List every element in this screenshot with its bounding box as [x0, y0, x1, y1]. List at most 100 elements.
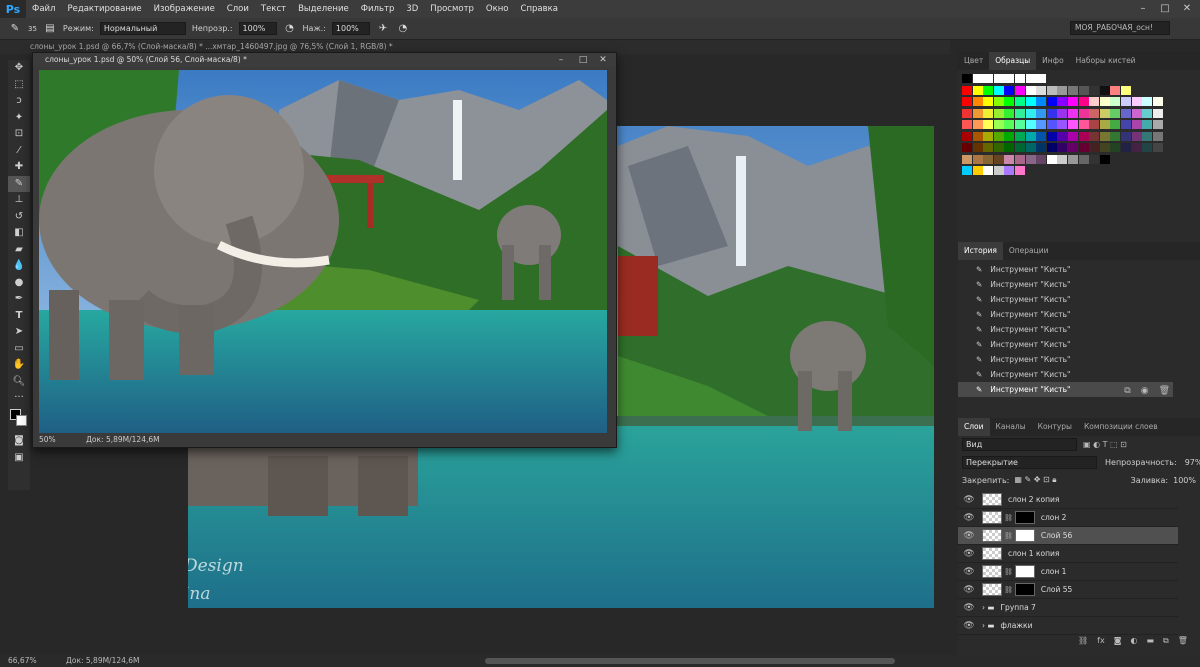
color-swatch[interactable]	[1036, 85, 1047, 95]
color-swatch[interactable]	[1057, 120, 1068, 129]
delete-layer-icon[interactable]: 🗑︎	[1178, 636, 1188, 646]
path-select-icon[interactable]: ➤	[8, 324, 30, 341]
color-swatch[interactable]	[962, 97, 972, 106]
new-document-from-state-icon[interactable]: ⧉	[1124, 386, 1130, 396]
history-item[interactable]: ✎ Инструмент "Кисть"	[958, 262, 1173, 277]
panel-tab[interactable]: Образцы	[989, 52, 1037, 70]
color-swatch[interactable]	[1099, 85, 1110, 95]
color-swatch[interactable]	[1057, 143, 1068, 152]
color-swatch[interactable]	[1121, 97, 1131, 106]
layer-row[interactable]: 👁︎ слон 2 копия	[958, 491, 1178, 509]
maximize-icon[interactable]: □	[1154, 0, 1176, 18]
color-swatch[interactable]	[1004, 143, 1015, 152]
color-swatch[interactable]	[972, 120, 983, 129]
color-swatch[interactable]	[1068, 131, 1078, 141]
color-swatch[interactable]	[972, 143, 983, 152]
layer-row[interactable]: 👁︎ ⛓︎ слон 2	[958, 509, 1178, 527]
quick-select-icon[interactable]: ✦	[8, 110, 30, 127]
color-swatch[interactable]	[962, 120, 972, 129]
color-swatch[interactable]	[1131, 97, 1142, 106]
status-zoom[interactable]: 66,67%	[8, 656, 37, 665]
clone-stamp-icon[interactable]: ⊥	[8, 192, 30, 209]
link-icon[interactable]: ⛓︎	[1004, 568, 1013, 576]
move-tool-icon[interactable]: ✥	[8, 60, 30, 77]
color-swatch[interactable]	[983, 120, 994, 129]
color-swatch[interactable]	[1004, 131, 1015, 141]
panel-tab[interactable]: Цвет	[958, 52, 989, 70]
color-swatch[interactable]	[1004, 97, 1015, 106]
color-swatch[interactable]	[1004, 154, 1015, 164]
floating-document-window[interactable]: слоны_урок 1.psd @ 50% (Слой 56, Слой-ма…	[32, 52, 617, 448]
layer-row[interactable]: 👁︎ ⛓︎ Слой 55	[958, 581, 1178, 599]
color-swatch[interactable]	[983, 108, 994, 118]
color-swatch[interactable]	[1089, 97, 1100, 106]
document-canvas[interactable]	[39, 70, 607, 433]
color-swatch[interactable]	[1078, 143, 1089, 152]
color-swatch[interactable]	[972, 131, 983, 141]
menu-item[interactable]: Изображение	[148, 0, 221, 18]
color-swatch[interactable]	[1057, 131, 1068, 141]
visibility-eye-icon[interactable]: 👁︎	[962, 567, 976, 577]
more-tools-icon[interactable]: ···	[8, 390, 30, 407]
color-swatch[interactable]	[993, 108, 1004, 118]
pressure-size-icon[interactable]: ◔	[396, 22, 410, 36]
color-swatch[interactable]	[962, 143, 972, 152]
color-swatch[interactable]	[1068, 97, 1078, 106]
layer-row[interactable]: 👁︎ › ▬ флажки	[958, 617, 1178, 635]
color-swatch[interactable]	[1078, 108, 1089, 118]
layer-mask-thumbnail[interactable]	[1014, 529, 1035, 542]
panel-tab[interactable]: Контуры	[1032, 418, 1078, 436]
brush-tool-icon[interactable]: ✎	[8, 22, 22, 36]
zoom-tool-icon[interactable]: 🔍︎	[8, 374, 30, 391]
color-swatch[interactable]	[1110, 143, 1121, 152]
color-swatch[interactable]	[1078, 97, 1089, 106]
layer-row[interactable]: 👁︎ ⛓︎ Слой 56	[958, 527, 1178, 545]
panel-tab[interactable]: Наборы кистей	[1070, 52, 1142, 70]
history-item[interactable]: ✎ Инструмент "Кисть"	[958, 367, 1173, 382]
color-swatch[interactable]	[1068, 108, 1078, 118]
color-swatch[interactable]	[993, 120, 1004, 129]
color-swatch[interactable]	[1015, 166, 1025, 175]
visibility-eye-icon[interactable]: 👁︎	[962, 621, 976, 631]
add-mask-icon[interactable]: ◙	[1114, 636, 1122, 646]
menu-item[interactable]: 3D	[400, 0, 424, 18]
color-swatch[interactable]	[1121, 131, 1131, 141]
panel-tab[interactable]: Операции	[1003, 242, 1055, 260]
color-swatch[interactable]	[972, 85, 983, 95]
history-item[interactable]: ✎ Инструмент "Кисть"	[958, 337, 1173, 352]
shape-tool-icon[interactable]: ▭	[8, 341, 30, 358]
document-tab-labels[interactable]: слоны_урок 1.psd @ 66,7% (Слой-маска/8) …	[30, 42, 393, 51]
marquee-tool-icon[interactable]: ⬚	[8, 77, 30, 94]
layer-filter-select[interactable]: Вид	[962, 438, 1077, 451]
visibility-eye-icon[interactable]: 👁︎	[962, 549, 976, 559]
visibility-eye-icon[interactable]: 👁︎	[962, 531, 976, 541]
color-swatch[interactable]	[1142, 131, 1153, 141]
link-icon[interactable]: ⛓︎	[1004, 586, 1013, 594]
color-swatch[interactable]	[1142, 108, 1153, 118]
layer-row[interactable]: 👁︎ ⛓︎ слон 1	[958, 563, 1178, 581]
color-swatch[interactable]	[972, 154, 983, 164]
color-swatch[interactable]	[1015, 154, 1025, 164]
color-swatch[interactable]	[1025, 154, 1036, 164]
color-swatch[interactable]	[1004, 85, 1015, 95]
menu-item[interactable]: Файл	[26, 0, 61, 18]
fill-value[interactable]: 100%	[1173, 476, 1196, 485]
mode-select[interactable]: Нормальный	[99, 22, 186, 35]
minimize-icon[interactable]: –	[1132, 0, 1154, 18]
color-swatch[interactable]	[1110, 131, 1121, 141]
dodge-tool-icon[interactable]: ●	[8, 275, 30, 292]
gradient-icon[interactable]: ▰	[8, 242, 30, 259]
flow-input[interactable]: 100%	[331, 22, 370, 35]
color-swatch[interactable]	[983, 74, 994, 83]
color-swatch[interactable]	[972, 97, 983, 106]
color-swatch[interactable]	[1089, 143, 1100, 152]
color-swatch[interactable]	[1131, 131, 1142, 141]
color-swatches-icon[interactable]	[8, 408, 30, 426]
color-swatch[interactable]	[1142, 143, 1153, 152]
airbrush-icon[interactable]: ✈	[376, 22, 390, 36]
color-swatch[interactable]	[983, 85, 994, 95]
color-swatch[interactable]	[1152, 131, 1163, 141]
color-swatch[interactable]	[1121, 85, 1131, 95]
quick-mask-icon[interactable]: ◙	[8, 433, 30, 450]
color-swatch[interactable]	[1078, 131, 1089, 141]
